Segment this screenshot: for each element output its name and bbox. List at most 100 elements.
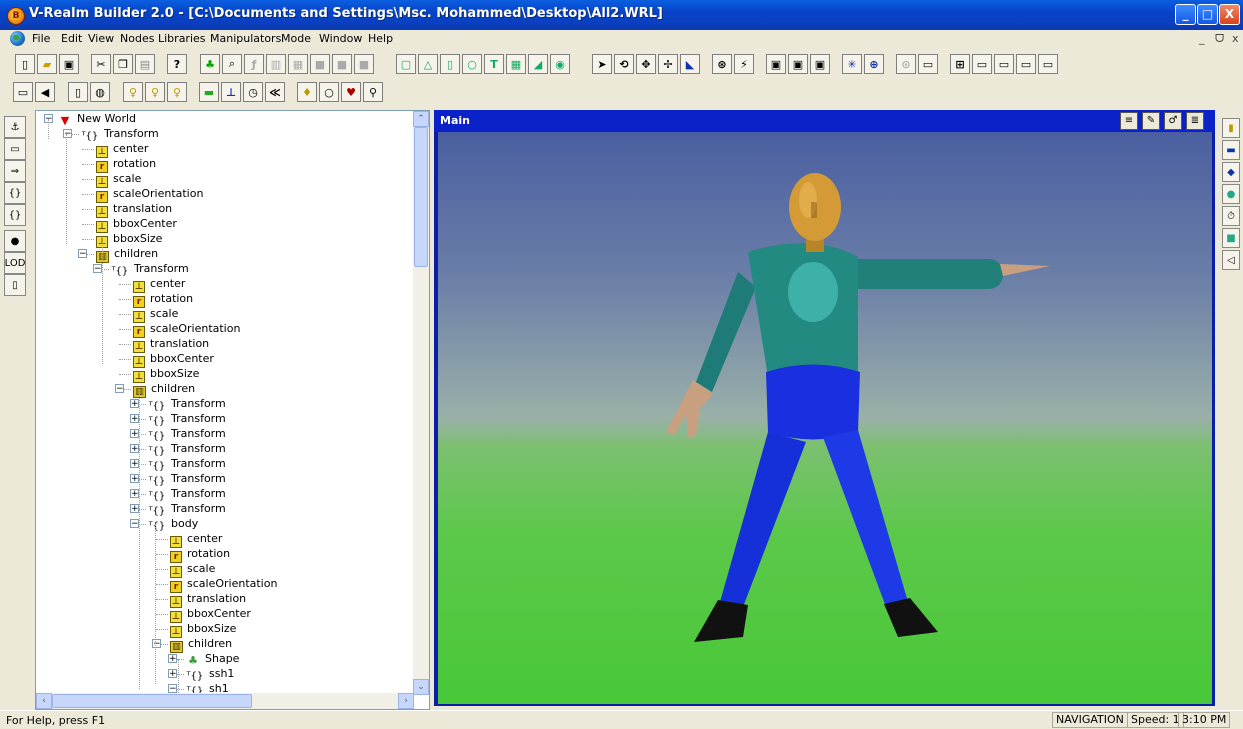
switch-tool-icon[interactable]: ● [4,230,26,252]
tree-row[interactable]: ⊥ bboxCenter [170,606,251,623]
collapse-toggle[interactable]: − [63,129,72,139]
menu-nodes[interactable]: Nodes [120,32,154,45]
point-light-icon[interactable]: ♀ [123,82,143,102]
tree-row[interactable]: ⊥ translation [133,336,209,353]
open-icon[interactable]: ▰ [37,54,57,74]
tree-row[interactable]: r scaleOrientation [133,321,240,338]
camera-icon[interactable]: ⊙ [896,54,916,74]
route-icon[interactable]: ▦ [288,54,308,74]
mdi-close-button[interactable]: x [1232,32,1239,45]
tree-row[interactable]: ⊥ center [96,141,148,158]
billboard-tool-icon[interactable]: ▭ [4,138,26,160]
time-sensor-icon[interactable]: ◷ [243,82,263,102]
tree-row[interactable]: ♣ Shape [186,651,239,666]
cone-icon[interactable]: △ [418,54,438,74]
tree-row[interactable]: ⊥ translation [170,591,246,608]
save-icon[interactable]: ▣ [59,54,79,74]
script-node-icon[interactable]: ⚲ [363,82,383,102]
collapse-toggle[interactable]: − [168,684,177,694]
3d-scene-view[interactable] [438,132,1212,704]
tree-row[interactable]: ⊥ bboxSize [133,366,199,383]
tree-row[interactable]: r rotation [133,291,193,308]
tree-row[interactable]: ᵀ{} Transform [81,126,159,142]
collapse-toggle[interactable]: − [78,249,87,259]
collapse-toggle[interactable]: − [93,264,102,274]
find-icon[interactable]: ⌕ [222,54,242,74]
tree-row[interactable]: ▥ children [133,381,195,398]
function-icon[interactable]: ƒ [244,54,264,74]
tree-row[interactable]: ᵀ{} Transform [148,471,226,487]
tree-horizontal-scrollbar[interactable]: ‹ › [36,693,414,709]
tree-row[interactable]: ᵀ{} Transform [148,396,226,412]
window-a-icon[interactable]: ▣ [766,54,786,74]
tree-row[interactable]: ▥ children [170,636,232,653]
world-info-icon[interactable]: ◍ [90,82,110,102]
tree-row[interactable]: ⊥ scale [170,561,215,578]
tree-row[interactable]: ᵀ{} Transform [148,411,226,427]
tree-row[interactable]: ⊥ bboxCenter [133,351,214,368]
tree-row[interactable]: ᵀ{} Transform [148,456,226,472]
spot-light-icon[interactable]: ♀ [145,82,165,102]
scroll-up-button[interactable]: ⌃ [413,111,429,127]
collision-tool-icon[interactable]: ▯ [4,274,26,296]
tree-row[interactable]: r scaleOrientation [96,186,203,203]
tree-row[interactable]: r rotation [96,156,156,173]
expand-toggle[interactable]: + [130,459,139,469]
panel-icon[interactable]: ■ [332,54,352,74]
group-tool-icon[interactable]: {} [4,182,26,204]
block-icon[interactable]: ■ [354,54,374,74]
expand-toggle[interactable]: + [130,414,139,424]
elevation-grid-icon[interactable]: ▦ [506,54,526,74]
single-view-icon[interactable]: ▭ [918,54,938,74]
help-icon[interactable]: ? [167,54,187,74]
side-view-icon[interactable]: ▭ [1016,54,1036,74]
scroll-thumb[interactable] [414,127,428,267]
window-b-icon[interactable]: ▣ [788,54,808,74]
tree-vertical-scrollbar[interactable]: ⌃ ⌄ [413,111,429,695]
tree-row[interactable]: ▥ children [96,246,158,263]
menu-help[interactable]: Help [368,32,393,45]
viewport-walk-icon[interactable]: ♂ [1164,112,1182,130]
extrusion-icon[interactable]: ◢ [528,54,548,74]
expand-toggle[interactable]: + [130,504,139,514]
menu-view[interactable]: View [88,32,114,45]
tree-row[interactable]: ⊥ scale [133,306,178,323]
tree-row[interactable]: r rotation [170,546,230,563]
scroll-right-button[interactable]: › [398,693,414,709]
mdi-restore-button[interactable]: ᗜ [1215,32,1224,46]
scale-icon[interactable]: ◣ [680,54,700,74]
text-icon[interactable]: T [484,54,504,74]
scroll-thumb[interactable] [52,694,252,708]
rotate-icon[interactable]: ⟲ [614,54,634,74]
copy-icon[interactable]: ❐ [113,54,133,74]
viewport-pencil-icon[interactable]: ✎ [1142,112,1160,130]
select-icon[interactable]: ➤ [592,54,612,74]
tree-row[interactable]: ᵀ{} Transform [111,261,189,277]
scroll-left-button[interactable]: ‹ [36,693,52,709]
expand-toggle[interactable]: + [130,444,139,454]
tree-row[interactable]: ᵀ{} ssh1 [186,666,235,682]
viewport-stack-icon[interactable]: ≡ [1120,112,1138,130]
directional-light-icon[interactable]: ♀ [167,82,187,102]
tree-row[interactable]: ⊥ scale [96,171,141,188]
tree-row[interactable]: ᵀ{} Transform [148,486,226,502]
tree-row[interactable]: ᵀ{} Transform [148,426,226,442]
indexed-face-set-icon[interactable]: ◉ [550,54,570,74]
viewpoint-icon[interactable]: ⊛ [712,54,732,74]
flash-icon[interactable]: ⚡ [734,54,754,74]
menu-window[interactable]: Window [319,32,362,45]
touch-sensor-icon[interactable]: ♦ [297,82,317,102]
expand-toggle[interactable]: + [130,399,139,409]
cut-icon[interactable]: ✂ [91,54,111,74]
arrow-left-icon[interactable]: ◆ [1222,162,1240,182]
tree-row[interactable]: ⊥ bboxSize [96,231,162,248]
front-view-icon[interactable]: ▭ [972,54,992,74]
collision-icon[interactable]: ♥ [341,82,361,102]
inline-tool-icon[interactable]: ⇒ [4,160,26,182]
mdi-minimize-button[interactable]: _ [1199,32,1205,45]
expand-toggle[interactable]: + [130,429,139,439]
stopwatch-icon[interactable]: ⏱ [1222,206,1240,226]
document-globe-icon[interactable] [10,31,25,46]
new-icon[interactable]: ▯ [15,54,35,74]
tree-row[interactable]: ⊥ bboxCenter [96,216,177,233]
